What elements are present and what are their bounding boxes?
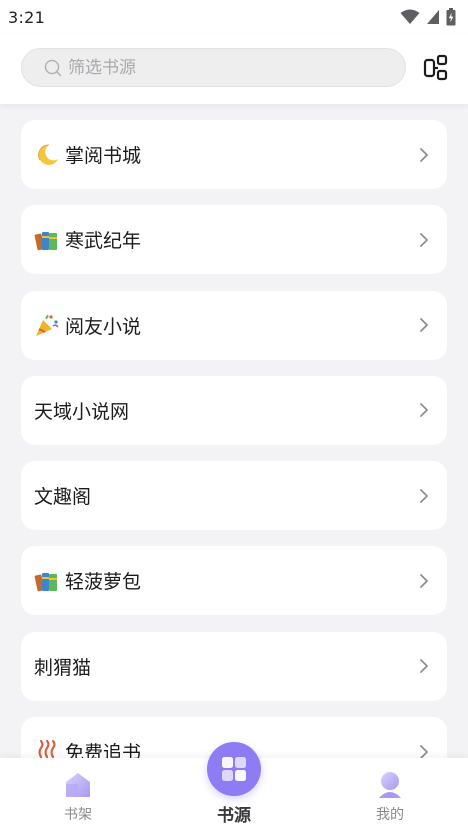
nav-item-bookshelf[interactable]: 书架: [18, 758, 138, 832]
sources-tab-button[interactable]: [207, 742, 261, 796]
grid-icon: [222, 757, 246, 781]
source-list: 掌阅书城 寒武纪年 阅友小说 天域小说网 文趣阁 轻菠萝包 刺猬猫 免费追书: [21, 120, 447, 802]
source-item[interactable]: 掌阅书城: [21, 120, 447, 189]
profile-icon: [379, 772, 401, 798]
search-bar[interactable]: [21, 48, 406, 87]
status-bar: 3:21: [0, 0, 468, 34]
bookshelf-icon: [66, 773, 90, 797]
chevron-right-icon: [420, 147, 428, 162]
chevron-right-icon: [420, 232, 428, 247]
crescent-moon-emoji-icon: [38, 143, 58, 165]
source-item[interactable]: 寒武纪年: [21, 205, 447, 275]
status-time: 3:21: [8, 7, 46, 27]
search-icon: [44, 59, 62, 76]
source-item[interactable]: 文趣阁: [21, 461, 447, 531]
chevron-right-icon: [420, 318, 428, 332]
nav-label-bookshelf: 书架: [64, 807, 92, 823]
nav-item-mine[interactable]: 我的: [330, 758, 450, 832]
header: [0, 34, 468, 104]
source-label: 文趣阁: [34, 486, 92, 509]
source-label: 掌阅书城: [65, 145, 142, 167]
books-emoji-icon: [34, 572, 57, 592]
nav-label-mine: 我的: [376, 807, 404, 823]
source-label: 轻菠萝包: [65, 571, 142, 594]
nav-label-sources: 书源: [217, 806, 251, 826]
party-popper-emoji-icon: [36, 314, 59, 337]
chevron-right-icon: [420, 574, 428, 588]
source-item[interactable]: 阅友小说: [21, 290, 447, 360]
status-icons: [400, 8, 456, 26]
source-label: 刺猬猫: [34, 656, 92, 679]
source-item[interactable]: 天域小说网: [21, 375, 447, 445]
source-label: 寒武纪年: [65, 230, 142, 253]
source-label: 天域小说网: [34, 400, 130, 423]
battery-icon: [446, 8, 456, 26]
source-item[interactable]: 轻菠萝包: [21, 546, 447, 616]
chevron-right-icon: [420, 659, 428, 674]
books-emoji-icon: [34, 231, 57, 251]
wifi-icon: [400, 9, 420, 24]
chevron-right-icon: [420, 403, 428, 418]
source-item[interactable]: 刺猬猫: [21, 631, 447, 701]
signal-icon: [427, 10, 439, 24]
chevron-right-icon: [420, 488, 428, 503]
source-label: 阅友小说: [65, 315, 142, 338]
source-manage-icon[interactable]: [423, 54, 451, 82]
search-input[interactable]: [68, 57, 368, 78]
